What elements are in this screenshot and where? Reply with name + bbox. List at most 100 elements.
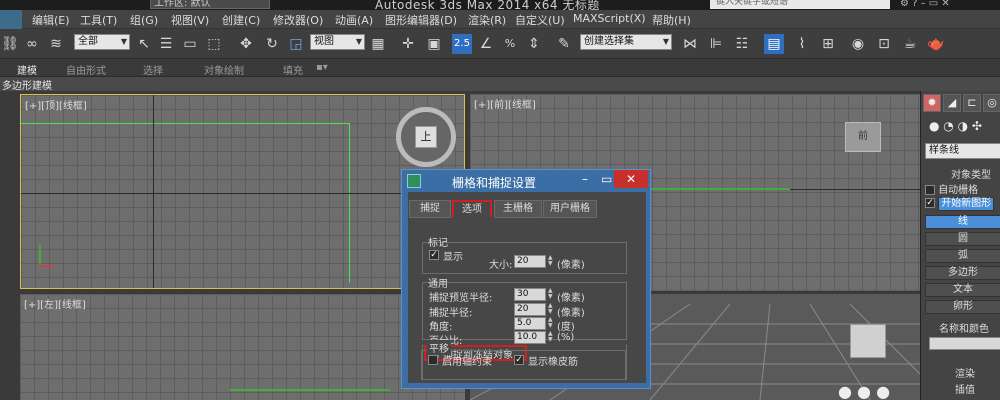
angle-snap-icon[interactable]: ∠ — [476, 34, 496, 54]
start-new-shape-button[interactable]: 开始新图形 — [938, 197, 995, 211]
rotate-icon[interactable]: ↻ — [262, 34, 282, 54]
snap-radius-spinner[interactable]: ▲ ▼ — [548, 303, 555, 316]
tab-populate[interactable]: 填充 — [283, 62, 303, 77]
app-logo[interactable] — [0, 10, 22, 29]
snap-toggle-icon[interactable]: 2.5 — [452, 34, 472, 54]
pivot-center-icon[interactable]: ▦ — [368, 34, 388, 54]
create-category-icons[interactable]: ● ◔ ◑ ✣ — [929, 119, 982, 133]
circle-button[interactable]: 圆 — [925, 232, 1000, 246]
size-field[interactable]: 20 — [514, 255, 546, 268]
reference-coord-dropdown[interactable]: 视图 ▼ — [310, 34, 365, 50]
viewport-top[interactable]: [+][顶][线框] 上 — [20, 94, 465, 289]
tab-snaps[interactable]: 捕捉 — [409, 200, 451, 218]
menu-graph-editors[interactable]: 图形编辑器(D) — [385, 12, 457, 28]
egg-button[interactable]: 卵形 — [925, 300, 1000, 314]
schematic-view-icon[interactable]: ⊞ — [818, 34, 838, 54]
motion-tab-icon[interactable]: ◎ — [983, 94, 1000, 112]
tab-modeling[interactable]: 建模 — [17, 62, 37, 77]
layer-manager-icon[interactable]: ☷ — [732, 34, 752, 54]
render-setup-icon[interactable]: ⊡ — [874, 34, 894, 54]
angle-spinner[interactable]: ▲ ▼ — [548, 317, 555, 330]
viewport-left[interactable]: [+][左][线框] — [20, 294, 465, 400]
menu-help[interactable]: 帮助(H) — [652, 12, 691, 28]
rect-selection-icon[interactable]: ▭ — [180, 34, 200, 54]
menu-edit[interactable]: 编辑(E) — [32, 12, 70, 28]
menu-group[interactable]: 组(G) — [130, 12, 158, 28]
menu-create[interactable]: 创建(C) — [222, 12, 260, 28]
search-input[interactable]: 键入关键字或短语 — [710, 0, 890, 9]
maximize-icon[interactable]: ▭ — [601, 172, 612, 186]
unlink-icon[interactable]: ∞ — [22, 34, 42, 54]
preview-radius-spinner[interactable]: ▲ ▼ — [548, 288, 555, 301]
render-production-icon[interactable]: 🫖 — [926, 34, 946, 54]
menu-rendering[interactable]: 渲染(R) — [468, 12, 506, 28]
auto-grid-checkbox[interactable] — [925, 185, 935, 195]
tab-object-paint[interactable]: 对象绘制 — [204, 62, 244, 77]
percent-field[interactable]: 10.0 — [514, 331, 546, 344]
menu-views[interactable]: 视图(V) — [171, 12, 209, 28]
material-editor-icon[interactable]: ◉ — [848, 34, 868, 54]
spinner-snap-icon[interactable]: ⇕ — [524, 34, 544, 54]
category-dropdown[interactable]: 样条线 — [925, 143, 1000, 159]
create-tab-icon[interactable]: ✹ — [923, 94, 941, 112]
menu-maxscript[interactable]: MAXScript(X) — [573, 12, 646, 25]
ribbon-options-icon[interactable]: ▪▾ — [316, 62, 328, 73]
window-crossing-icon[interactable]: ⬚ — [204, 34, 224, 54]
curve-editor-icon[interactable]: ⌇ — [792, 34, 812, 54]
hierarchy-tab-icon[interactable]: ⊏ — [963, 94, 981, 112]
auto-grid-row[interactable]: 自动栅格 — [925, 181, 1000, 196]
bind-spacewarp-icon[interactable]: ≋ — [46, 34, 66, 54]
percent-spinner[interactable]: ▲ ▼ — [548, 331, 555, 344]
ngon-button[interactable]: 多边形 — [925, 266, 1000, 280]
arc-button[interactable]: 弧 — [925, 249, 1000, 263]
menu-tools[interactable]: 工具(T) — [80, 12, 117, 28]
axis-constraints-checkbox[interactable] — [428, 355, 438, 365]
text-button[interactable]: 文本 — [925, 283, 1000, 297]
rendered-frame-icon[interactable]: ☕ — [900, 34, 920, 54]
viewport-label[interactable]: [+][前][线框] — [474, 96, 536, 111]
menu-modifiers[interactable]: 修改器(O) — [273, 12, 323, 28]
dialog-title-bar[interactable]: 栅格和捕捉设置 – ▭ ✕ — [402, 170, 650, 192]
named-selection-dropdown[interactable]: 创建选择集 ▼ — [580, 34, 672, 50]
viewport-label[interactable]: [+][顶][线框] — [25, 97, 87, 112]
start-new-shape-checkbox[interactable]: ✓ — [925, 198, 935, 208]
snap-radius-field[interactable]: 20 — [514, 303, 546, 316]
tab-home-grid[interactable]: 主栅格 — [494, 200, 542, 218]
start-new-shape-row[interactable]: ✓ 开始新图形 — [925, 197, 1000, 211]
viewcube-ring[interactable]: 上 — [396, 107, 456, 167]
select-object-icon[interactable]: ↖ — [134, 34, 154, 54]
rollout-interpolation[interactable]: 插值 — [925, 381, 1000, 396]
menu-animation[interactable]: 动画(A) — [335, 12, 373, 28]
menu-customize[interactable]: 自定义(U) — [515, 12, 565, 28]
mirror-icon[interactable]: ⋈ — [680, 34, 700, 54]
preview-radius-field[interactable]: 30 — [514, 288, 546, 301]
size-spinner[interactable]: ▲ ▼ — [548, 255, 555, 268]
move-icon[interactable]: ✥ — [236, 34, 256, 54]
rollout-object-type[interactable]: 对象类型 — [925, 166, 1000, 181]
modify-tab-icon[interactable]: ◢ — [943, 94, 961, 112]
percent-snap-icon[interactable]: % — [500, 34, 520, 54]
rubber-band-checkbox[interactable]: ✓ — [514, 355, 524, 365]
line-button[interactable]: 线 — [925, 215, 1000, 229]
footprints-icon[interactable]: ● ● ● — [838, 382, 898, 400]
close-button[interactable]: ✕ — [614, 170, 648, 188]
viewcube[interactable]: 前 — [845, 122, 881, 152]
link-icon[interactable]: ⛓ — [0, 34, 20, 54]
tab-user-grids[interactable]: 用户栅格 — [543, 200, 597, 218]
viewcube[interactable] — [850, 324, 886, 358]
scene-explorer-icon[interactable]: ▤ — [764, 34, 784, 54]
rollout-rendering[interactable]: 渲染 — [925, 365, 1000, 380]
align-icon[interactable]: ⊫ — [706, 34, 726, 54]
tab-selection[interactable]: 选择 — [143, 62, 163, 77]
scale-icon[interactable]: ◲ — [286, 34, 306, 54]
angle-field[interactable]: 5.0 — [514, 317, 546, 330]
selection-filter-dropdown[interactable]: 全部 ▼ — [74, 34, 130, 50]
window-controls[interactable]: ⚙ ? – ▭ ✕ — [900, 0, 950, 9]
keyboard-shortcut-icon[interactable]: ▣ — [424, 34, 444, 54]
viewcube[interactable]: 上 — [415, 126, 437, 148]
tab-options[interactable]: 选项 — [452, 200, 492, 218]
edit-named-selection-icon[interactable]: ✎ — [554, 34, 574, 54]
viewport-label[interactable]: [+][左][线框] — [24, 296, 86, 311]
workspace-selector[interactable]: 工作区: 默认 — [150, 0, 270, 9]
select-manipulate-icon[interactable]: ✛ — [398, 34, 418, 54]
